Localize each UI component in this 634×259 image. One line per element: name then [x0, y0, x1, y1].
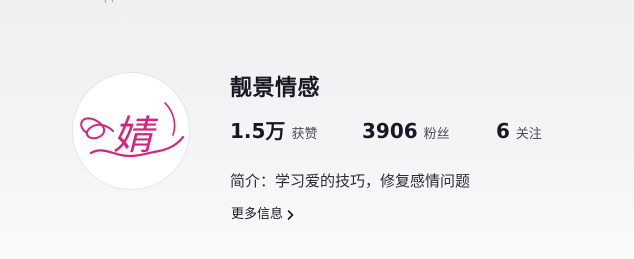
likes-stat: 1.5万 获赞 [230, 117, 362, 149]
following-stat[interactable]: 6 关注 [496, 117, 542, 149]
more-info-label: 更多信息 [231, 207, 284, 222]
likes-label: 获赞 [291, 127, 318, 142]
more-info-link[interactable]: 更多信息 [231, 204, 295, 226]
fans-label: 粉丝 [423, 127, 450, 142]
chevron-right-icon [287, 210, 294, 220]
profile-name: 靓景情感 [230, 76, 321, 101]
likes-count: 1.5万 [230, 119, 286, 143]
profile-stats: 1.5万 获赞 3906 粉丝 6 关注 [230, 117, 542, 145]
profile-bio: 简介：学习爱的技巧，修复感情问题 [230, 172, 471, 190]
calligraphy-logo-icon: 婧 [80, 102, 185, 159]
avatar[interactable]: 婧 [73, 73, 189, 189]
following-label: 关注 [515, 127, 542, 142]
fans-stat[interactable]: 3906 粉丝 [362, 117, 496, 149]
cropped-mark-icon [104, 0, 114, 4]
following-count: 6 [496, 119, 510, 143]
fans-count: 3906 [362, 119, 418, 143]
